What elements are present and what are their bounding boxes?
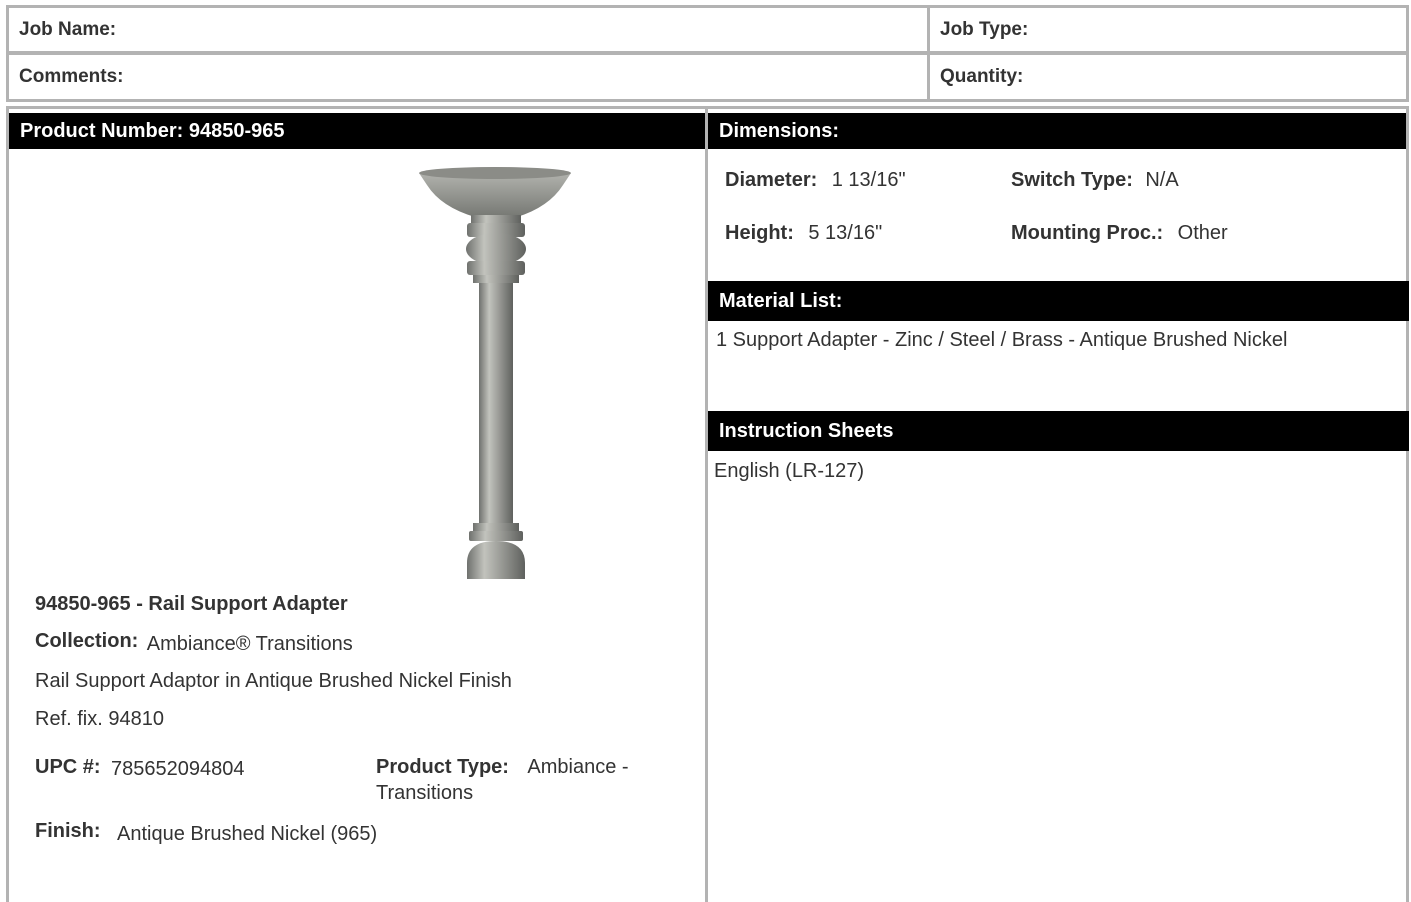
quantity-label: Quantity:	[940, 66, 1024, 87]
switch-type-label: Switch Type:	[1011, 169, 1133, 191]
product-image	[411, 161, 581, 579]
mounting-label: Mounting Proc.:	[1011, 222, 1164, 244]
comments-field[interactable]: Comments:	[6, 52, 930, 102]
upc-label: UPC #:	[35, 756, 101, 778]
product-title: 94850-965 - Rail Support Adapter	[35, 593, 348, 615]
product-panel: Product Number: 94850-965 94850-965 - Ra…	[6, 106, 708, 902]
upc-row: UPC #: 785652094804	[35, 756, 245, 780]
diameter-label: Diameter:	[725, 169, 818, 191]
switch-type-row: Switch Type: N/A	[1011, 169, 1179, 192]
comments-label: Comments:	[19, 66, 124, 87]
collection-label: Collection:	[35, 630, 139, 652]
product-type-block: Product Type: Ambiance - Transitions	[376, 755, 676, 807]
collection-row: Collection: Ambiance® Transitions	[35, 630, 353, 655]
job-type-label: Job Type:	[940, 18, 1029, 40]
collection-value: Ambiance® Transitions	[146, 633, 353, 655]
material-list-item: 1 Support Adapter - Zinc / Steel / Brass…	[716, 329, 1288, 351]
product-description: Rail Support Adaptor in Antique Brushed …	[35, 670, 512, 692]
product-number-bar: Product Number: 94850-965	[9, 113, 705, 149]
product-type-label: Product Type:	[376, 756, 509, 778]
finish-value: Antique Brushed Nickel (965)	[117, 823, 378, 845]
height-label: Height:	[725, 222, 794, 244]
height-row: Height: 5 13/16"	[725, 222, 882, 245]
finish-label: Finish:	[35, 820, 101, 842]
switch-type-value: N/A	[1145, 169, 1179, 191]
finish-row: Finish: Antique Brushed Nickel (965)	[35, 820, 378, 845]
quantity-field[interactable]: Quantity:	[927, 52, 1409, 102]
reference-fixture: Ref. fix. 94810	[35, 708, 164, 730]
mounting-value: Other	[1177, 222, 1228, 244]
details-panel: Dimensions: Diameter: 1 13/16" Switch Ty…	[705, 106, 1409, 902]
job-name-field[interactable]: Job Name:	[6, 5, 930, 54]
height-value: 5 13/16"	[808, 222, 883, 244]
dimensions-bar: Dimensions:	[708, 113, 1406, 149]
diameter-value: 1 13/16"	[831, 169, 906, 191]
mounting-row: Mounting Proc.: Other	[1011, 222, 1228, 245]
diameter-row: Diameter: 1 13/16"	[725, 169, 906, 192]
job-type-field[interactable]: Job Type:	[927, 5, 1409, 54]
job-name-label: Job Name:	[19, 18, 117, 40]
upc-value: 785652094804	[111, 758, 245, 780]
material-list-bar: Material List:	[708, 281, 1409, 321]
instruction-sheets-bar: Instruction Sheets	[708, 411, 1409, 451]
rail-support-adapter-icon	[419, 167, 571, 579]
instruction-sheet-link[interactable]: English (LR-127)	[714, 460, 864, 483]
